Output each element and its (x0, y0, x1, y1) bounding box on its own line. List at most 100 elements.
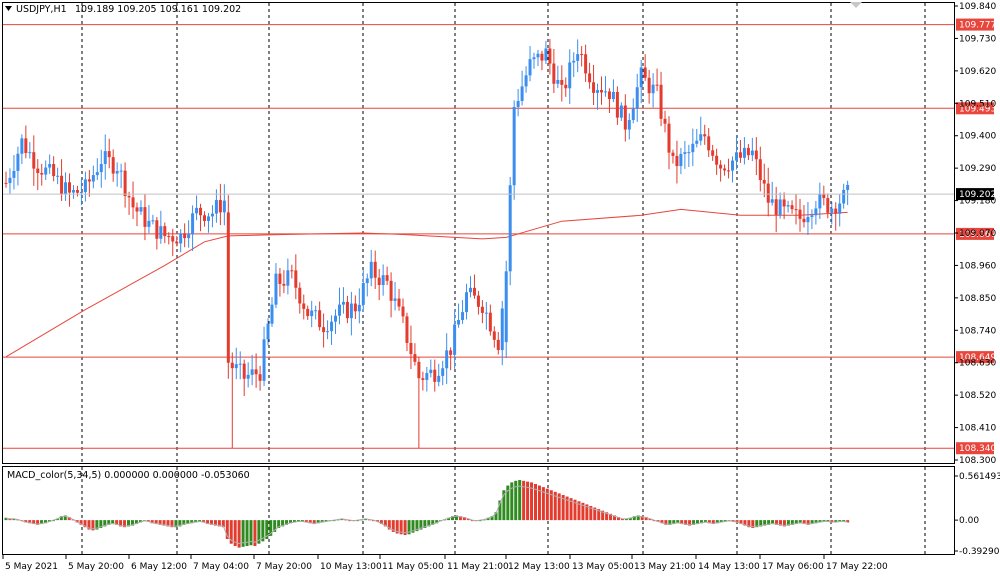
candle-body[interactable] (48, 164, 52, 168)
candle-body[interactable] (87, 179, 91, 182)
candle-body[interactable] (131, 197, 135, 208)
candle-body[interactable] (135, 207, 139, 212)
candle-body[interactable] (699, 134, 703, 141)
candle-body[interactable] (766, 183, 770, 203)
candle-body[interactable] (159, 226, 163, 239)
candle-body[interactable] (727, 170, 731, 172)
candle-body[interactable] (719, 164, 723, 169)
candle-body[interactable] (230, 362, 234, 369)
candle-body[interactable] (544, 48, 548, 61)
candle-body[interactable] (44, 167, 48, 175)
candle-body[interactable] (584, 54, 588, 74)
candle-body[interactable] (659, 84, 663, 119)
candle-body[interactable] (810, 215, 814, 217)
candle-body[interactable] (71, 190, 75, 193)
candle-body[interactable] (167, 236, 171, 238)
candle-body[interactable] (417, 361, 421, 379)
candle-body[interactable] (222, 200, 226, 213)
candle-body[interactable] (234, 364, 238, 369)
candle-body[interactable] (750, 150, 754, 156)
candle-body[interactable] (536, 53, 540, 58)
candle-body[interactable] (631, 108, 635, 120)
triangle-down-icon[interactable] (5, 6, 12, 11)
candle-body[interactable] (405, 316, 409, 343)
candle-body[interactable] (302, 303, 306, 309)
candle-body[interactable] (361, 283, 365, 305)
candle-body[interactable] (127, 196, 131, 198)
candle-body[interactable] (488, 312, 492, 332)
candle-body[interactable] (770, 199, 774, 203)
candle-body[interactable] (476, 295, 480, 307)
candle-body[interactable] (254, 369, 258, 375)
candle-body[interactable] (846, 184, 850, 190)
candle-body[interactable] (238, 363, 242, 365)
candle-body[interactable] (337, 304, 341, 316)
candle-body[interactable] (60, 175, 64, 195)
candle-body[interactable] (556, 79, 560, 84)
candle-body[interactable] (647, 77, 651, 94)
candle-body[interactable] (242, 363, 246, 379)
candle-body[interactable] (421, 378, 425, 380)
chart-canvas[interactable]: 109.777109.493109.067108.649108.340 0.56… (0, 0, 1000, 580)
candle-body[interactable] (262, 339, 266, 381)
candle-body[interactable] (798, 209, 802, 219)
candle-body[interactable] (226, 212, 230, 363)
candle-body[interactable] (830, 208, 834, 213)
candle-body[interactable] (552, 63, 556, 84)
candle-body[interactable] (199, 207, 203, 216)
chart-window[interactable]: 109.777 109.493 109.067 108.649 108.340 0.56… (0, 0, 1000, 580)
level-lines[interactable]: 109.777109.493109.067108.649108.340 (3, 18, 996, 455)
candle-body[interactable] (369, 261, 373, 279)
candle-body[interactable] (401, 306, 405, 317)
candle-body[interactable] (322, 327, 326, 333)
candle-body[interactable] (468, 287, 472, 293)
candle-body[interactable] (731, 160, 735, 171)
candle-body[interactable] (818, 193, 822, 209)
candle-body[interactable] (472, 287, 476, 296)
candle-body[interactable] (425, 373, 429, 380)
candle-body[interactable] (715, 155, 719, 165)
candle-body[interactable] (639, 67, 643, 88)
candle-body[interactable] (258, 374, 262, 381)
candle-body[interactable] (754, 150, 758, 160)
candle-body[interactable] (564, 84, 568, 89)
candle-body[interactable] (210, 213, 214, 217)
candle-body[interactable] (651, 84, 655, 94)
candle-body[interactable] (381, 275, 385, 285)
candle-body[interactable] (778, 199, 782, 215)
candle-body[interactable] (139, 207, 143, 212)
candle-body[interactable] (40, 173, 44, 175)
candle-body[interactable] (794, 209, 798, 211)
candle-body[interactable] (79, 192, 83, 194)
candle-body[interactable] (508, 185, 512, 272)
candle-body[interactable] (203, 215, 206, 221)
candle-body[interactable] (592, 82, 596, 93)
candle-body[interactable] (437, 375, 441, 382)
candle-body[interactable] (512, 106, 516, 186)
candle-body[interactable] (711, 150, 715, 156)
candle-body[interactable] (290, 270, 294, 272)
candle-body[interactable] (310, 310, 314, 317)
candle-body[interactable] (318, 310, 322, 328)
candle-body[interactable] (611, 91, 615, 100)
candle-body[interactable] (187, 234, 191, 239)
candle-body[interactable] (774, 199, 778, 215)
candle-body[interactable] (68, 182, 72, 193)
candle-body[interactable] (655, 84, 659, 86)
candle-body[interactable] (326, 331, 330, 333)
candle-body[interactable] (385, 275, 389, 281)
candle-body[interactable] (687, 152, 691, 154)
candle-body[interactable] (500, 308, 504, 351)
candle-body[interactable] (576, 54, 580, 61)
candle-body[interactable] (36, 168, 40, 174)
candle-body[interactable] (12, 170, 16, 178)
candle-body[interactable] (397, 298, 401, 307)
candle-body[interactable] (143, 207, 147, 227)
candle-body[interactable] (306, 308, 310, 317)
candle-body[interactable] (365, 278, 369, 284)
candle-body[interactable] (734, 152, 738, 161)
candle-body[interactable] (667, 123, 671, 153)
candle-body[interactable] (524, 75, 528, 87)
candle-body[interactable] (16, 153, 20, 171)
candle-body[interactable] (663, 118, 667, 124)
